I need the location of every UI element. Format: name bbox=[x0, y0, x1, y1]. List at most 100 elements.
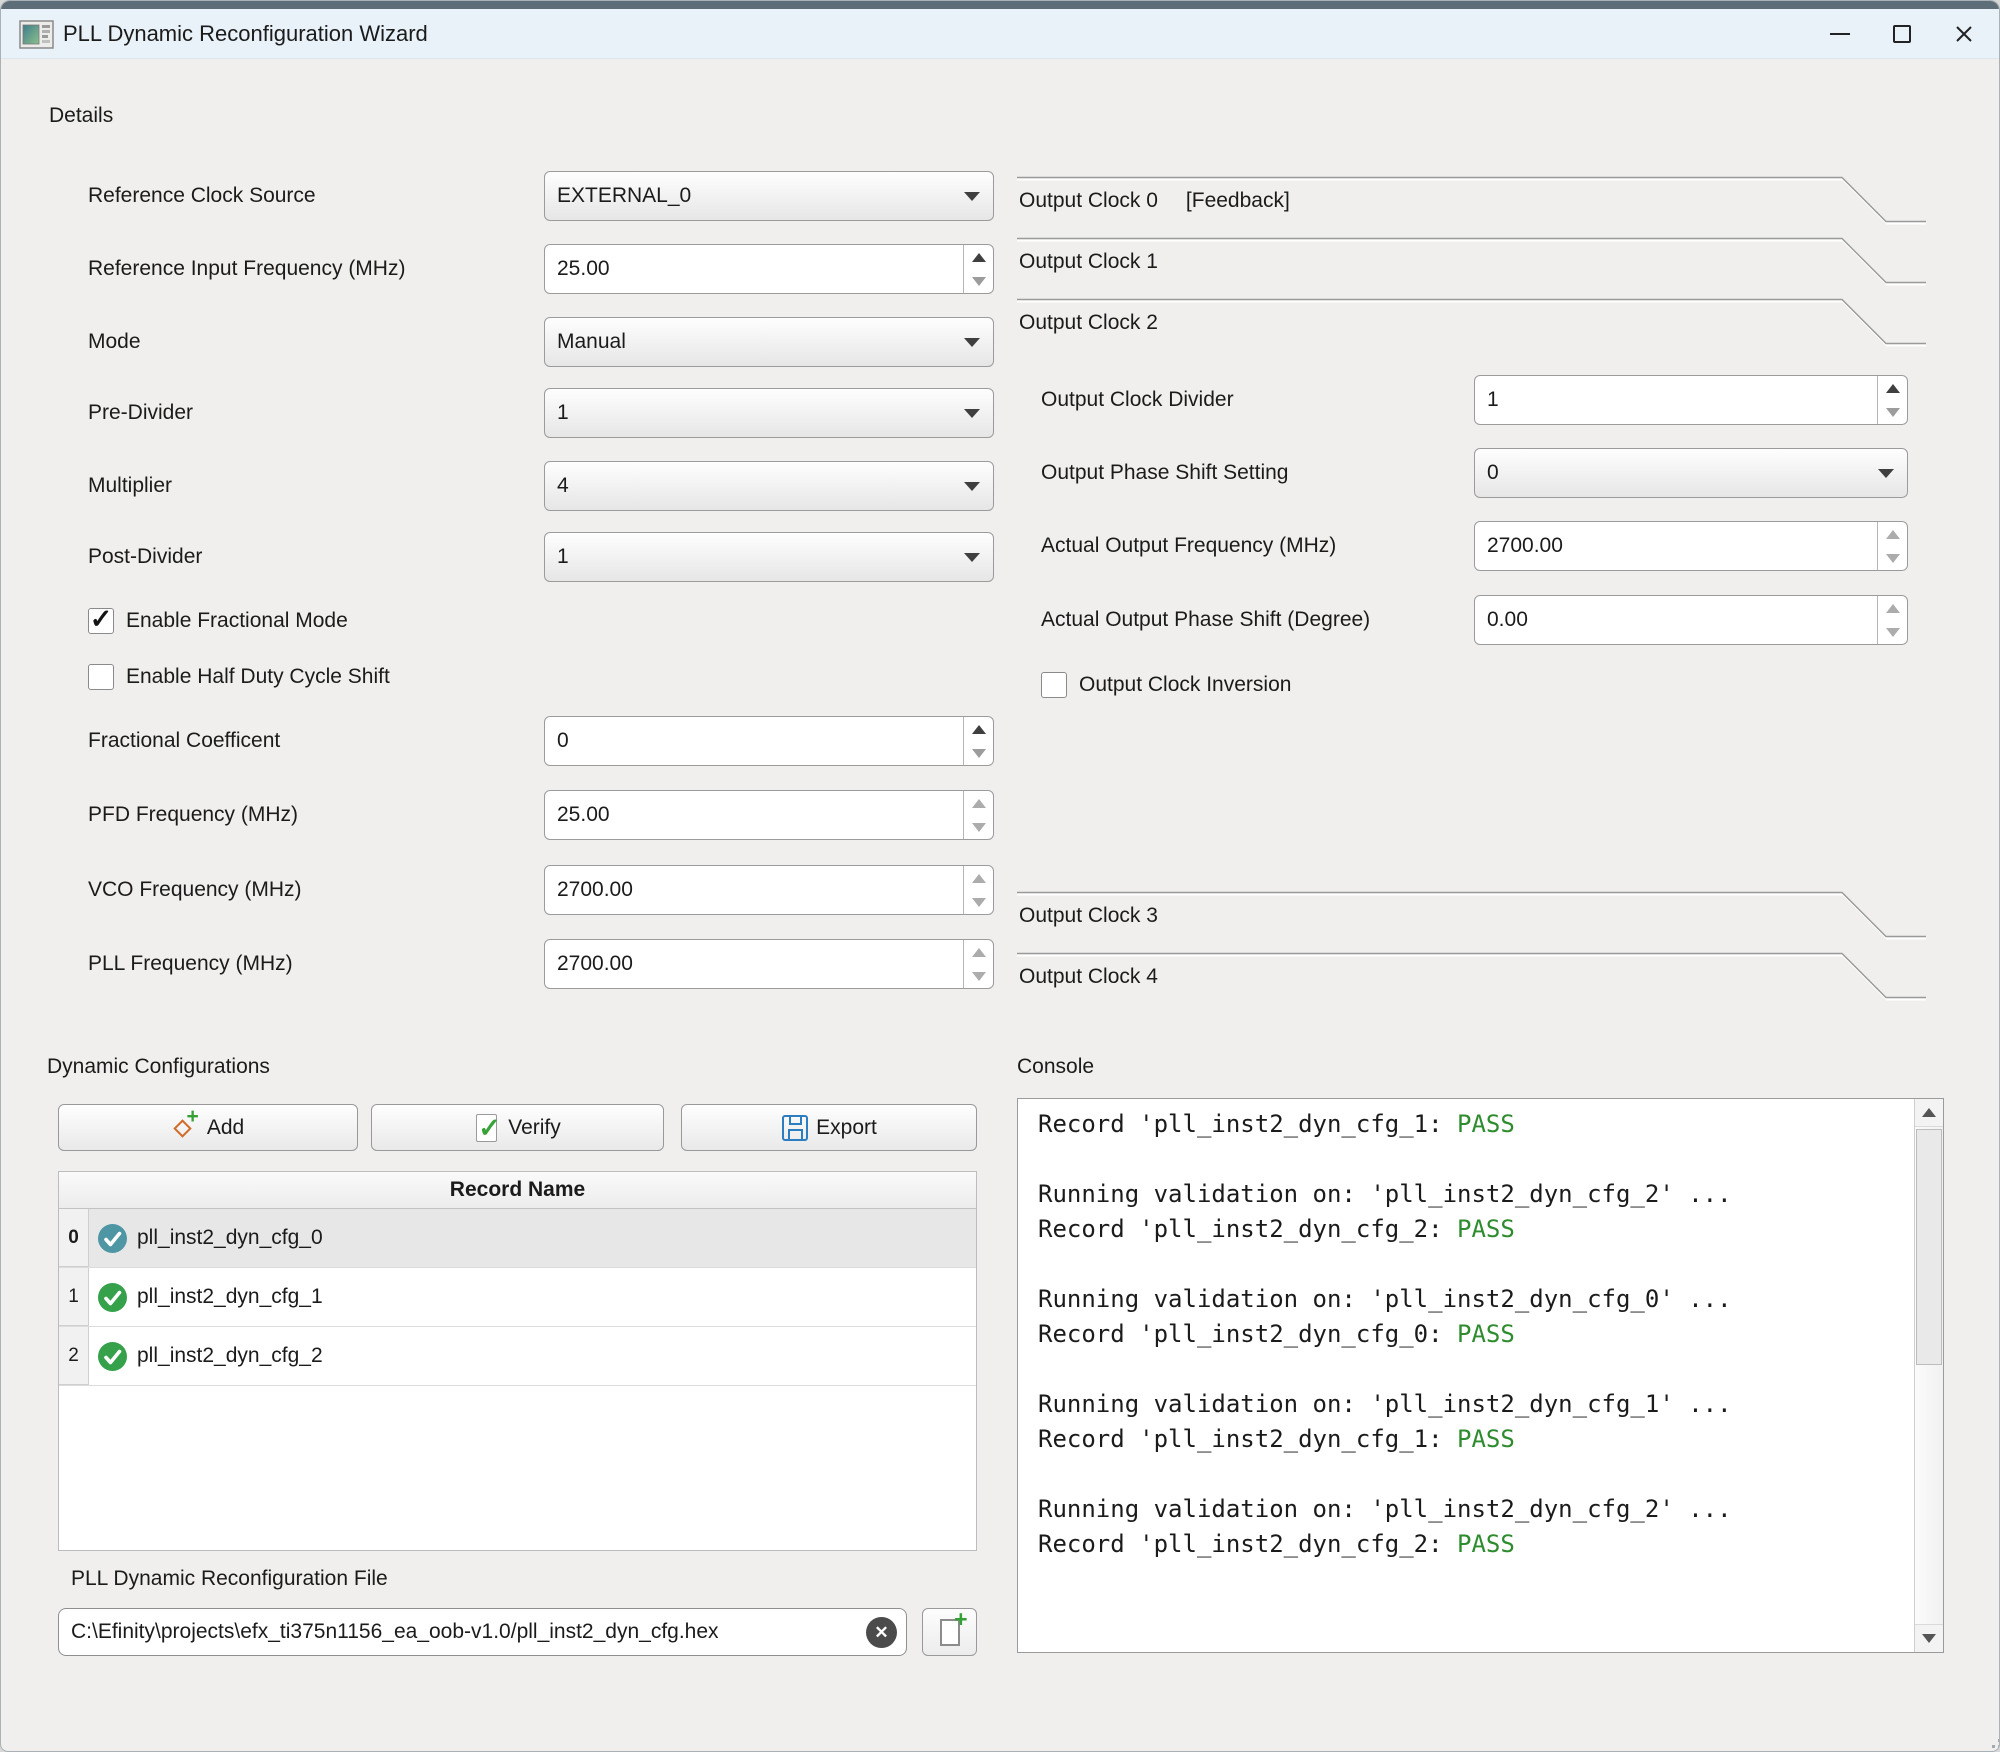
enable-fractional-mode-checkbox[interactable]: ✓ bbox=[88, 608, 114, 634]
reference-clock-source-dropdown[interactable]: EXTERNAL_0 bbox=[544, 171, 994, 221]
tab-output-clock-0[interactable]: Output Clock 0[Feedback] bbox=[1017, 176, 1926, 236]
console-line: Running validation on: 'pll_inst2_dyn_cf… bbox=[1038, 1492, 1903, 1527]
spin-up-button[interactable] bbox=[964, 866, 993, 890]
spin-down-button[interactable] bbox=[1878, 546, 1907, 570]
titlebar[interactable]: PLL Dynamic Reconfiguration Wizard bbox=[1, 9, 1999, 59]
spin-up-button[interactable] bbox=[964, 940, 993, 964]
spinner-buttons[interactable] bbox=[1877, 376, 1907, 424]
console-section-label: Console bbox=[1017, 1052, 1094, 1082]
pll-file-input[interactable]: C:\Efinity\projects\efx_ti375n1156_ea_oo… bbox=[58, 1608, 907, 1656]
reference-clock-source-label: Reference Clock Source bbox=[88, 181, 316, 211]
reference-clock-source-value: EXTERNAL_0 bbox=[557, 172, 691, 220]
spinner-buttons[interactable] bbox=[1877, 596, 1907, 644]
output-clock-divider-spinbox[interactable]: 1 bbox=[1474, 375, 1908, 425]
spin-up-button[interactable] bbox=[1878, 596, 1907, 620]
multiplier-dropdown[interactable]: 4 bbox=[544, 461, 994, 511]
row-index: 0 bbox=[68, 1227, 79, 1249]
spin-down-button[interactable] bbox=[964, 815, 993, 839]
mode-dropdown[interactable]: Manual bbox=[544, 317, 994, 367]
dropdown-arrow-icon bbox=[964, 482, 980, 491]
row-index-cell[interactable]: 1 bbox=[59, 1268, 89, 1326]
spin-up-icon bbox=[1886, 604, 1900, 613]
console-pass-text: PASS bbox=[1457, 1530, 1515, 1558]
output-clock-2-tab-label: Output Clock 2 bbox=[1019, 311, 1158, 335]
console-line bbox=[1038, 1457, 1903, 1492]
record-row[interactable]: 1pll_inst2_dyn_cfg_1 bbox=[59, 1268, 976, 1327]
scroll-up-button[interactable] bbox=[1915, 1099, 1943, 1127]
enable-half-duty-cycle-shift-checkbox[interactable] bbox=[88, 664, 114, 690]
export-button[interactable]: Export bbox=[681, 1104, 977, 1151]
console-log: Record 'pll_inst2_dyn_cfg_1: PASS Running… bbox=[1038, 1107, 1903, 1562]
spin-up-button[interactable] bbox=[1878, 522, 1907, 546]
console-line bbox=[1038, 1247, 1903, 1282]
console-output[interactable]: Record 'pll_inst2_dyn_cfg_1: PASS Running… bbox=[1017, 1098, 1944, 1653]
actual-output-phase-shift-degree-spinbox[interactable]: 0.00 bbox=[1474, 595, 1908, 645]
add-button[interactable]: +Add bbox=[58, 1104, 358, 1151]
spin-down-button[interactable] bbox=[1878, 400, 1907, 424]
spin-down-icon bbox=[972, 898, 986, 907]
spinner-buttons[interactable] bbox=[1877, 522, 1907, 570]
pre-divider-value: 1 bbox=[557, 389, 569, 437]
console-line: Record 'pll_inst2_dyn_cfg_2: PASS bbox=[1038, 1527, 1903, 1562]
output-clock-1-tab-label: Output Clock 1 bbox=[1019, 250, 1158, 274]
spinner-buttons[interactable] bbox=[963, 866, 993, 914]
console-text: Running validation on: 'pll_inst2_dyn_cf… bbox=[1038, 1495, 1732, 1523]
fractional-coefficent-spinbox[interactable]: 0 bbox=[544, 716, 994, 766]
scroll-up-icon bbox=[1922, 1108, 1936, 1117]
spin-up-button[interactable] bbox=[964, 791, 993, 815]
pfd-frequency-mhz-spinbox[interactable]: 25.00 bbox=[544, 790, 994, 840]
spin-down-button[interactable] bbox=[964, 964, 993, 988]
output-phase-shift-setting-dropdown[interactable]: 0 bbox=[1474, 448, 1908, 498]
verify-button[interactable]: ✓Verify bbox=[371, 1104, 664, 1151]
pll-frequency-mhz-value: 2700.00 bbox=[557, 940, 633, 988]
spin-down-button[interactable] bbox=[1878, 620, 1907, 644]
spin-up-button[interactable] bbox=[1878, 376, 1907, 400]
actual-output-frequency-mhz-spinbox[interactable]: 2700.00 bbox=[1474, 521, 1908, 571]
spinner-buttons[interactable] bbox=[963, 245, 993, 293]
spinner-buttons[interactable] bbox=[963, 791, 993, 839]
tab-output-clock-4[interactable]: Output Clock 4 bbox=[1017, 952, 1926, 1012]
resize-grip[interactable] bbox=[1986, 1739, 1989, 1742]
spin-down-button[interactable] bbox=[964, 741, 993, 765]
row-index-cell[interactable]: 0 bbox=[59, 1209, 89, 1267]
scroll-down-button[interactable] bbox=[1915, 1624, 1943, 1652]
reference-input-frequency-mhz-spinbox[interactable]: 25.00 bbox=[544, 244, 994, 294]
tab-output-clock-2[interactable]: Output Clock 2 bbox=[1017, 298, 1926, 358]
tab-output-clock-3[interactable]: Output Clock 3 bbox=[1017, 891, 1926, 951]
record-row[interactable]: 2pll_inst2_dyn_cfg_2 bbox=[59, 1327, 976, 1386]
pre-divider-dropdown[interactable]: 1 bbox=[544, 388, 994, 438]
pre-divider-label: Pre-Divider bbox=[88, 398, 193, 428]
reference-input-frequency-mhz-label: Reference Input Frequency (MHz) bbox=[88, 254, 405, 284]
tab-output-clock-1[interactable]: Output Clock 1 bbox=[1017, 237, 1926, 297]
record-name-column-header[interactable]: Record Name bbox=[59, 1172, 976, 1209]
spin-down-button[interactable] bbox=[964, 890, 993, 914]
minimize-button[interactable] bbox=[1809, 9, 1871, 59]
spin-up-button[interactable] bbox=[964, 245, 993, 269]
spin-up-button[interactable] bbox=[964, 717, 993, 741]
reference-input-frequency-mhz-value: 25.00 bbox=[557, 245, 610, 293]
record-row[interactable]: 0pll_inst2_dyn_cfg_0 bbox=[59, 1209, 976, 1268]
multiplier-value: 4 bbox=[557, 462, 569, 510]
scrollbar-thumb[interactable] bbox=[1916, 1129, 1942, 1365]
post-divider-dropdown[interactable]: 1 bbox=[544, 532, 994, 582]
verify-check-doc-icon: ✓ bbox=[474, 1112, 501, 1144]
spinner-buttons[interactable] bbox=[963, 717, 993, 765]
output-clock-4-tab-label: Output Clock 4 bbox=[1019, 965, 1158, 989]
maximize-button[interactable] bbox=[1871, 9, 1933, 59]
console-scrollbar[interactable] bbox=[1914, 1099, 1943, 1652]
output-phase-shift-setting-value: 0 bbox=[1487, 449, 1499, 497]
console-text: Record 'pll_inst2_dyn_cfg_1: bbox=[1038, 1110, 1457, 1138]
output-clock-inversion-checkbox[interactable] bbox=[1041, 672, 1067, 698]
clear-file-button[interactable]: ✕ bbox=[866, 1617, 897, 1648]
vco-frequency-mhz-spinbox[interactable]: 2700.00 bbox=[544, 865, 994, 915]
console-pass-text: PASS bbox=[1457, 1320, 1515, 1348]
spinner-buttons[interactable] bbox=[963, 940, 993, 988]
pll-frequency-mhz-spinbox[interactable]: 2700.00 bbox=[544, 939, 994, 989]
close-button[interactable] bbox=[1933, 9, 1995, 59]
pll-file-path: C:\Efinity\projects\efx_ti375n1156_ea_oo… bbox=[71, 1609, 719, 1654]
new-file-button[interactable]: + bbox=[922, 1608, 977, 1656]
spin-down-button[interactable] bbox=[964, 269, 993, 293]
row-index-cell[interactable]: 2 bbox=[59, 1327, 89, 1385]
tab-title: Output Clock 0 bbox=[1019, 189, 1158, 212]
spin-up-icon bbox=[972, 253, 986, 262]
